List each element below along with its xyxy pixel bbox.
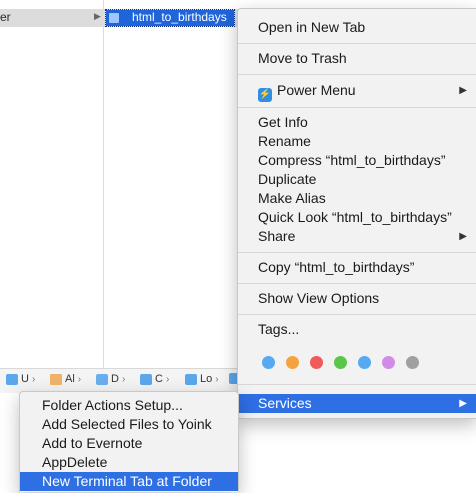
menu-separator — [238, 384, 476, 385]
services-item-add-to-yoink[interactable]: Add Selected Files to Yoink — [20, 415, 238, 434]
menu-separator — [238, 314, 476, 315]
path-separator-icon: › — [77, 373, 82, 385]
menu-item-duplicate[interactable]: Duplicate — [238, 170, 476, 189]
documents-folder-icon — [96, 373, 108, 385]
menu-item-services[interactable]: Services ▶ — [238, 394, 476, 413]
path-separator-icon: › — [31, 373, 36, 385]
services-item-add-to-evernote[interactable]: Add to Evernote — [20, 434, 238, 453]
power-menu-icon: ⚡ — [258, 88, 272, 102]
path-crumb-home[interactable]: Al › — [50, 373, 81, 385]
selected-folder-item[interactable]: html_to_birthdays — [105, 9, 235, 27]
menu-separator — [238, 283, 476, 284]
selected-folder-name: html_to_birthdays — [132, 10, 227, 24]
submenu-arrow-icon: ▶ — [459, 398, 467, 409]
menu-item-open-new-tab[interactable]: Open in New Tab — [238, 18, 476, 37]
sidebar-row-label: er — [0, 10, 11, 24]
menu-item-power-menu-label: Power Menu — [277, 82, 356, 98]
chevron-right-icon: ▶ — [94, 11, 101, 21]
path-crumb-c[interactable]: C › — [140, 373, 169, 385]
tag-orange-dot[interactable] — [286, 356, 299, 369]
menu-item-services-label: Services — [258, 395, 312, 411]
services-item-appdelete[interactable]: AppDelete — [20, 453, 238, 472]
tag-green-dot[interactable] — [334, 356, 347, 369]
submenu-arrow-icon: ▶ — [459, 231, 467, 242]
menu-item-copy[interactable]: Copy “html_to_birthdays” — [238, 258, 476, 277]
menu-separator — [238, 43, 476, 44]
folder-icon — [109, 13, 119, 23]
path-separator-icon: › — [215, 373, 219, 385]
path-crumb-documents[interactable]: D › — [96, 373, 125, 385]
path-crumb-label: C — [155, 373, 163, 385]
path-crumb-label: Al — [65, 373, 75, 385]
path-separator-icon: › — [121, 373, 126, 385]
path-separator-icon: › — [165, 373, 170, 385]
services-item-new-terminal-tab[interactable]: New Terminal Tab at Folder — [20, 472, 238, 491]
path-crumb-label: U — [21, 373, 29, 385]
path-crumb-user[interactable]: U › — [6, 373, 35, 385]
path-crumb-label: Lo — [200, 373, 213, 385]
folder-icon — [185, 373, 197, 385]
home-icon — [50, 373, 62, 385]
menu-item-make-alias[interactable]: Make Alias — [238, 189, 476, 208]
tag-gray-dot[interactable] — [406, 356, 419, 369]
menu-item-share[interactable]: Share ▶ — [238, 227, 476, 246]
menu-item-compress[interactable]: Compress “html_to_birthdays” — [238, 151, 476, 170]
tag-blue-dot[interactable] — [358, 356, 371, 369]
menu-item-move-to-trash[interactable]: Move to Trash — [238, 49, 476, 68]
context-menu: Open in New Tab Move to Trash ⚡ Power Men… — [237, 8, 476, 419]
folder-icon — [140, 373, 152, 385]
menu-item-quick-look[interactable]: Quick Look “html_to_birthdays” — [238, 208, 476, 227]
menu-item-share-label: Share — [258, 228, 296, 244]
menu-separator — [238, 74, 476, 75]
tag-red-dot[interactable] — [310, 356, 323, 369]
menu-item-tags[interactable]: Tags... — [238, 320, 476, 339]
services-submenu: Folder Actions Setup... Add Selected Fil… — [19, 391, 239, 492]
column-divider[interactable] — [103, 0, 104, 368]
services-item-folder-actions[interactable]: Folder Actions Setup... — [20, 396, 238, 415]
menu-item-rename[interactable]: Rename — [238, 132, 476, 151]
menu-separator — [238, 252, 476, 253]
menu-item-show-view-options[interactable]: Show View Options — [238, 289, 476, 308]
menu-item-power-menu[interactable]: ⚡ Power Menu ▶ — [238, 81, 476, 102]
user-folder-icon — [6, 373, 18, 385]
path-crumb-lo[interactable]: Lo › — [185, 373, 219, 385]
submenu-arrow-icon: ▶ — [459, 85, 467, 96]
path-crumb-label: D — [111, 373, 119, 385]
menu-item-get-info[interactable]: Get Info — [238, 113, 476, 132]
tag-blue-dot[interactable] — [262, 356, 275, 369]
menu-separator — [238, 107, 476, 108]
tag-purple-dot[interactable] — [382, 356, 395, 369]
